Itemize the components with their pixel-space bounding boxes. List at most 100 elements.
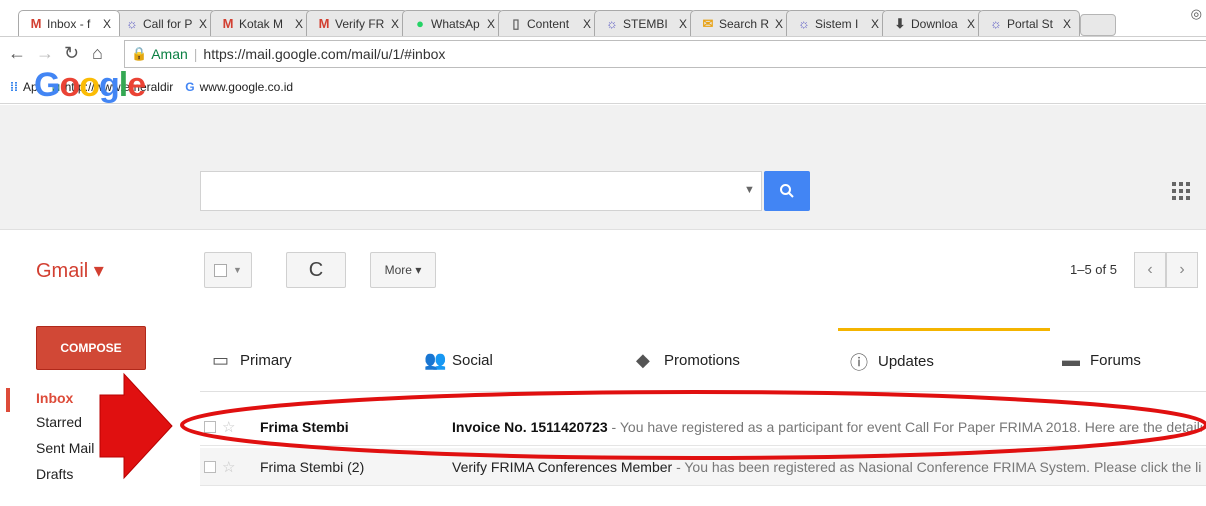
- browser-tab[interactable]: M Inbox - f X: [18, 10, 120, 36]
- more-button[interactable]: More ▾: [370, 252, 436, 288]
- nav-inbox[interactable]: Inbox: [36, 390, 73, 406]
- google-g-icon: G: [185, 79, 195, 94]
- logo-letter: l: [118, 66, 129, 104]
- browser-tab[interactable]: ☼ Portal St X: [978, 10, 1080, 36]
- search-button[interactable]: [764, 171, 810, 211]
- browser-tab[interactable]: ☼ STEMBI X: [594, 10, 696, 36]
- logo-letter: G: [34, 66, 60, 104]
- google-logo[interactable]: Google: [34, 66, 146, 105]
- newer-page-button[interactable]: ‹: [1134, 252, 1166, 288]
- browser-tab[interactable]: ☼ Sistem I X: [786, 10, 888, 36]
- email-snippet: - You have registered as a participant f…: [611, 418, 1202, 435]
- tab-label: Primary: [240, 351, 292, 369]
- forum-icon: ▬: [1062, 349, 1080, 370]
- tab-forums[interactable]: ▬ Forums: [1050, 328, 1206, 392]
- gmail-icon: M: [30, 16, 42, 31]
- portal-icon: ☼: [990, 16, 1002, 31]
- email-row[interactable]: ☆ Frima Stembi (2) Verify FRIMA Conferen…: [200, 448, 1206, 486]
- email-snippet: - You has been registered as Nasional Co…: [676, 458, 1202, 475]
- url-text: https://mail.google.com/mail/u/1/#inbox: [203, 46, 446, 62]
- browser-tab[interactable]: ✉ Search RX: [690, 10, 792, 36]
- browser-tab[interactable]: M Verify FR X: [306, 10, 408, 36]
- tab-title: Sistem I: [815, 16, 859, 31]
- star-icon[interactable]: ☆: [222, 418, 235, 436]
- older-page-button[interactable]: ›: [1166, 252, 1198, 288]
- document-icon: ▯: [512, 15, 520, 31]
- address-bar[interactable]: 🔒 Aman | https://mail.google.com/mail/u/…: [124, 40, 1206, 68]
- close-tab-icon[interactable]: X: [485, 17, 497, 31]
- tab-label: Forums: [1090, 351, 1141, 369]
- select-all-button[interactable]: ▼: [204, 252, 252, 288]
- address-separator: |: [193, 46, 198, 62]
- compose-button[interactable]: COMPOSE: [36, 326, 146, 370]
- logo-letter: o: [59, 66, 80, 104]
- portal-icon: ☼: [798, 16, 810, 31]
- inbox-selected-indicator: [6, 388, 10, 412]
- browser-tab[interactable]: ☼ Call for P X: [114, 10, 216, 36]
- star-icon[interactable]: ☆: [222, 458, 235, 476]
- reload-icon[interactable]: ↻: [64, 43, 79, 64]
- tab-label: Social: [452, 351, 493, 369]
- search-icon: [780, 184, 794, 198]
- close-tab-icon[interactable]: X: [389, 17, 401, 31]
- browser-tab[interactable]: ● WhatsAp X: [402, 10, 504, 36]
- tag-icon: ◆: [636, 349, 650, 370]
- tab-label: Updates: [878, 353, 934, 370]
- inbox-category-tabs: ▭ Primary 👥 Social ◆ Promotions ⓘ Updates ▬ Forum…: [200, 328, 1206, 392]
- nav-sent-mail[interactable]: Sent Mail: [36, 440, 94, 456]
- tab-title: Inbox - f: [47, 16, 91, 31]
- search-options-caret-icon[interactable]: ▼: [744, 184, 755, 196]
- close-tab-icon[interactable]: X: [677, 17, 689, 31]
- envelope-icon: ✉: [702, 15, 714, 31]
- checkbox-icon: [214, 263, 228, 277]
- email-subject: Verify FRIMA Conferences Member: [452, 458, 673, 475]
- tab-promotions[interactable]: ◆ Promotions: [624, 328, 836, 392]
- browser-tab[interactable]: ▯ Content X: [498, 10, 600, 36]
- gmail-menu[interactable]: Gmail ▾: [36, 258, 104, 283]
- chevron-down-icon: ▼: [233, 265, 242, 275]
- close-tab-icon[interactable]: X: [293, 17, 305, 31]
- tab-social[interactable]: 👥 Social: [412, 328, 624, 392]
- action-row: [0, 230, 1206, 310]
- forward-icon[interactable]: →: [36, 43, 54, 64]
- close-tab-icon[interactable]: X: [101, 17, 113, 31]
- close-tab-icon[interactable]: X: [773, 17, 785, 31]
- chevron-right-icon: ›: [1179, 261, 1185, 278]
- info-icon: ⓘ: [850, 352, 868, 373]
- nav-drafts[interactable]: Drafts: [36, 466, 73, 482]
- browser-tab[interactable]: M Kotak M X: [210, 10, 312, 36]
- tab-list: M Inbox - f X ☼ Call for P X M Kotak M X M Verify …: [18, 10, 1116, 36]
- search-input[interactable]: [200, 171, 762, 211]
- email-subject-line: Verify FRIMA Conferences Member - You ha…: [452, 459, 1202, 475]
- back-icon[interactable]: ←: [8, 43, 26, 64]
- apps-grid-icon: ⁞⁞: [10, 79, 18, 94]
- tab-title: Verify FR: [335, 16, 385, 31]
- email-row[interactable]: ☆ Frima Stembi Invoice No. 1511420723 - …: [200, 408, 1206, 446]
- profile-icon[interactable]: ◎: [1191, 6, 1202, 22]
- browser-tab[interactable]: ⬇ Downloa X: [882, 10, 984, 36]
- apps-grid-icon[interactable]: [1172, 182, 1190, 200]
- lock-icon: 🔒: [131, 46, 148, 61]
- pagination-count: 1–5 of 5: [1070, 262, 1117, 277]
- close-tab-icon[interactable]: X: [965, 17, 977, 31]
- refresh-button[interactable]: C: [286, 252, 346, 288]
- bookmark-label: www.google.co.id: [199, 79, 294, 94]
- email-checkbox[interactable]: [204, 460, 216, 473]
- home-icon[interactable]: ⌂: [92, 43, 103, 64]
- close-tab-icon[interactable]: X: [869, 17, 881, 31]
- bookmark-item[interactable]: Gwww.google.co.id: [185, 80, 293, 94]
- bookmarks-bar: ⁞⁞ Apl ◙ http://www.emeraldir Gwww.google.co…: [0, 70, 1206, 104]
- tab-primary[interactable]: ▭ Primary: [200, 328, 412, 392]
- email-checkbox[interactable]: [204, 420, 216, 433]
- close-tab-icon[interactable]: X: [581, 17, 593, 31]
- tab-updates[interactable]: ⓘ Updates: [838, 328, 1050, 392]
- new-tab-button[interactable]: [1080, 14, 1116, 36]
- nav-starred[interactable]: Starred: [36, 414, 82, 430]
- close-tab-icon[interactable]: X: [197, 17, 209, 31]
- gmail-icon: M: [318, 16, 330, 31]
- tab-title: Portal St: [1007, 16, 1054, 31]
- email-sender: Frima Stembi (2): [260, 458, 365, 475]
- secure-label: Aman: [151, 46, 188, 62]
- tab-title: WhatsAp: [431, 16, 480, 31]
- close-tab-icon[interactable]: X: [1061, 17, 1073, 31]
